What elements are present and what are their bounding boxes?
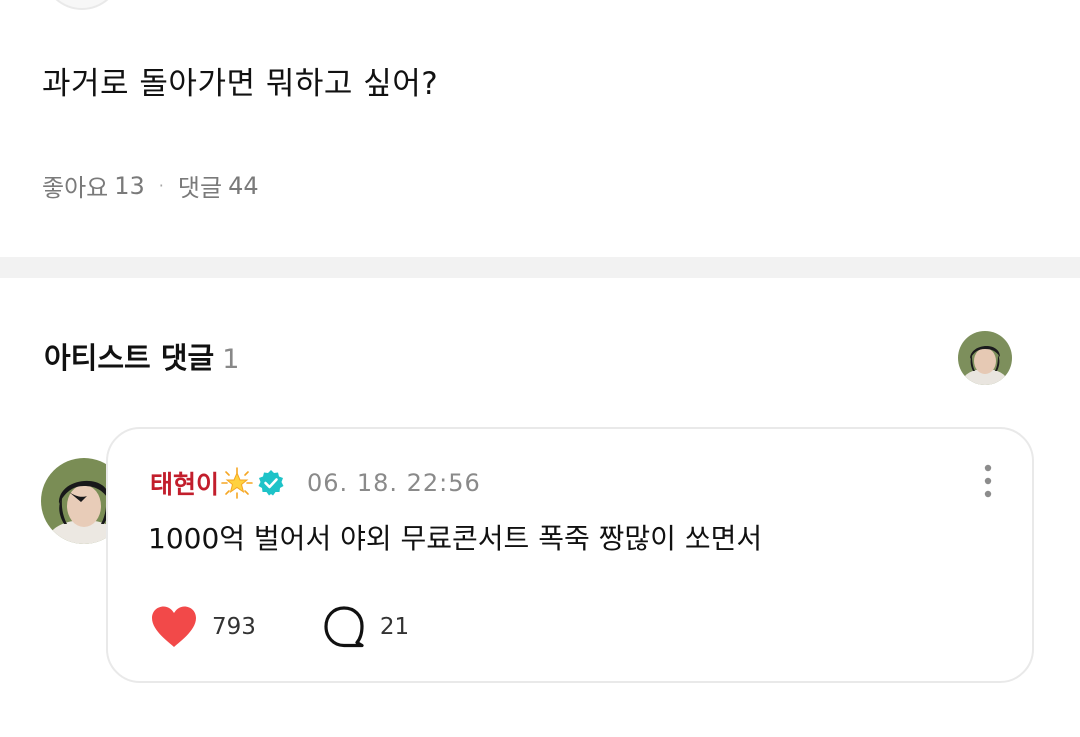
- artist-comments-title: 아티스트 댓글: [44, 341, 215, 375]
- artist-comment-card: 태현이 06. 18. 22:56 1000억 벌어서 야외 무료콘서트 폭죽 …: [106, 427, 1034, 683]
- artist-comments-count: 1: [222, 344, 240, 375]
- comment-actions: 793 21: [150, 605, 409, 649]
- comments-label[interactable]: 댓글: [178, 168, 222, 203]
- like-count: 793: [212, 614, 256, 640]
- stats-separator: ·: [158, 176, 164, 195]
- artist-avatar-small[interactable]: [958, 331, 1012, 385]
- more-vertical-icon[interactable]: [982, 463, 994, 499]
- heart-icon: [152, 606, 196, 647]
- section-divider: [0, 257, 1080, 278]
- reply-count: 21: [379, 614, 410, 640]
- post-question: 과거로 돌아가면 뭐하고 싶어?: [42, 66, 439, 102]
- comment-author-name[interactable]: 태현이: [150, 465, 219, 501]
- post-author-name-partial: [140, 0, 240, 2]
- speech-bubble-icon: [324, 606, 364, 648]
- post-stats: 좋아요 13 · 댓글 44: [42, 168, 259, 203]
- likes-count: 13: [114, 171, 145, 200]
- like-button[interactable]: 793: [150, 605, 256, 649]
- artist-comments-header: 아티스트 댓글 1: [44, 335, 239, 377]
- comments-count: 44: [228, 171, 259, 200]
- reply-button[interactable]: 21: [322, 605, 409, 649]
- verified-check-icon: [258, 470, 284, 496]
- comment-text: 1000억 벌어서 야외 무료콘서트 폭죽 짱많이 쏘면서: [148, 522, 763, 555]
- comment-meta: 태현이 06. 18. 22:56: [150, 465, 481, 501]
- likes-label[interactable]: 좋아요: [42, 168, 108, 203]
- post-author-avatar[interactable]: [44, 0, 120, 10]
- comment-date: 06. 18. 22:56: [307, 469, 481, 497]
- avatar-photo-icon: [958, 331, 1012, 385]
- post-detail-page: 과거로 돌아가면 뭐하고 싶어? 좋아요 13 · 댓글 44 아티스트 댓글 …: [0, 0, 1080, 737]
- sparkle-star-icon: [221, 467, 253, 499]
